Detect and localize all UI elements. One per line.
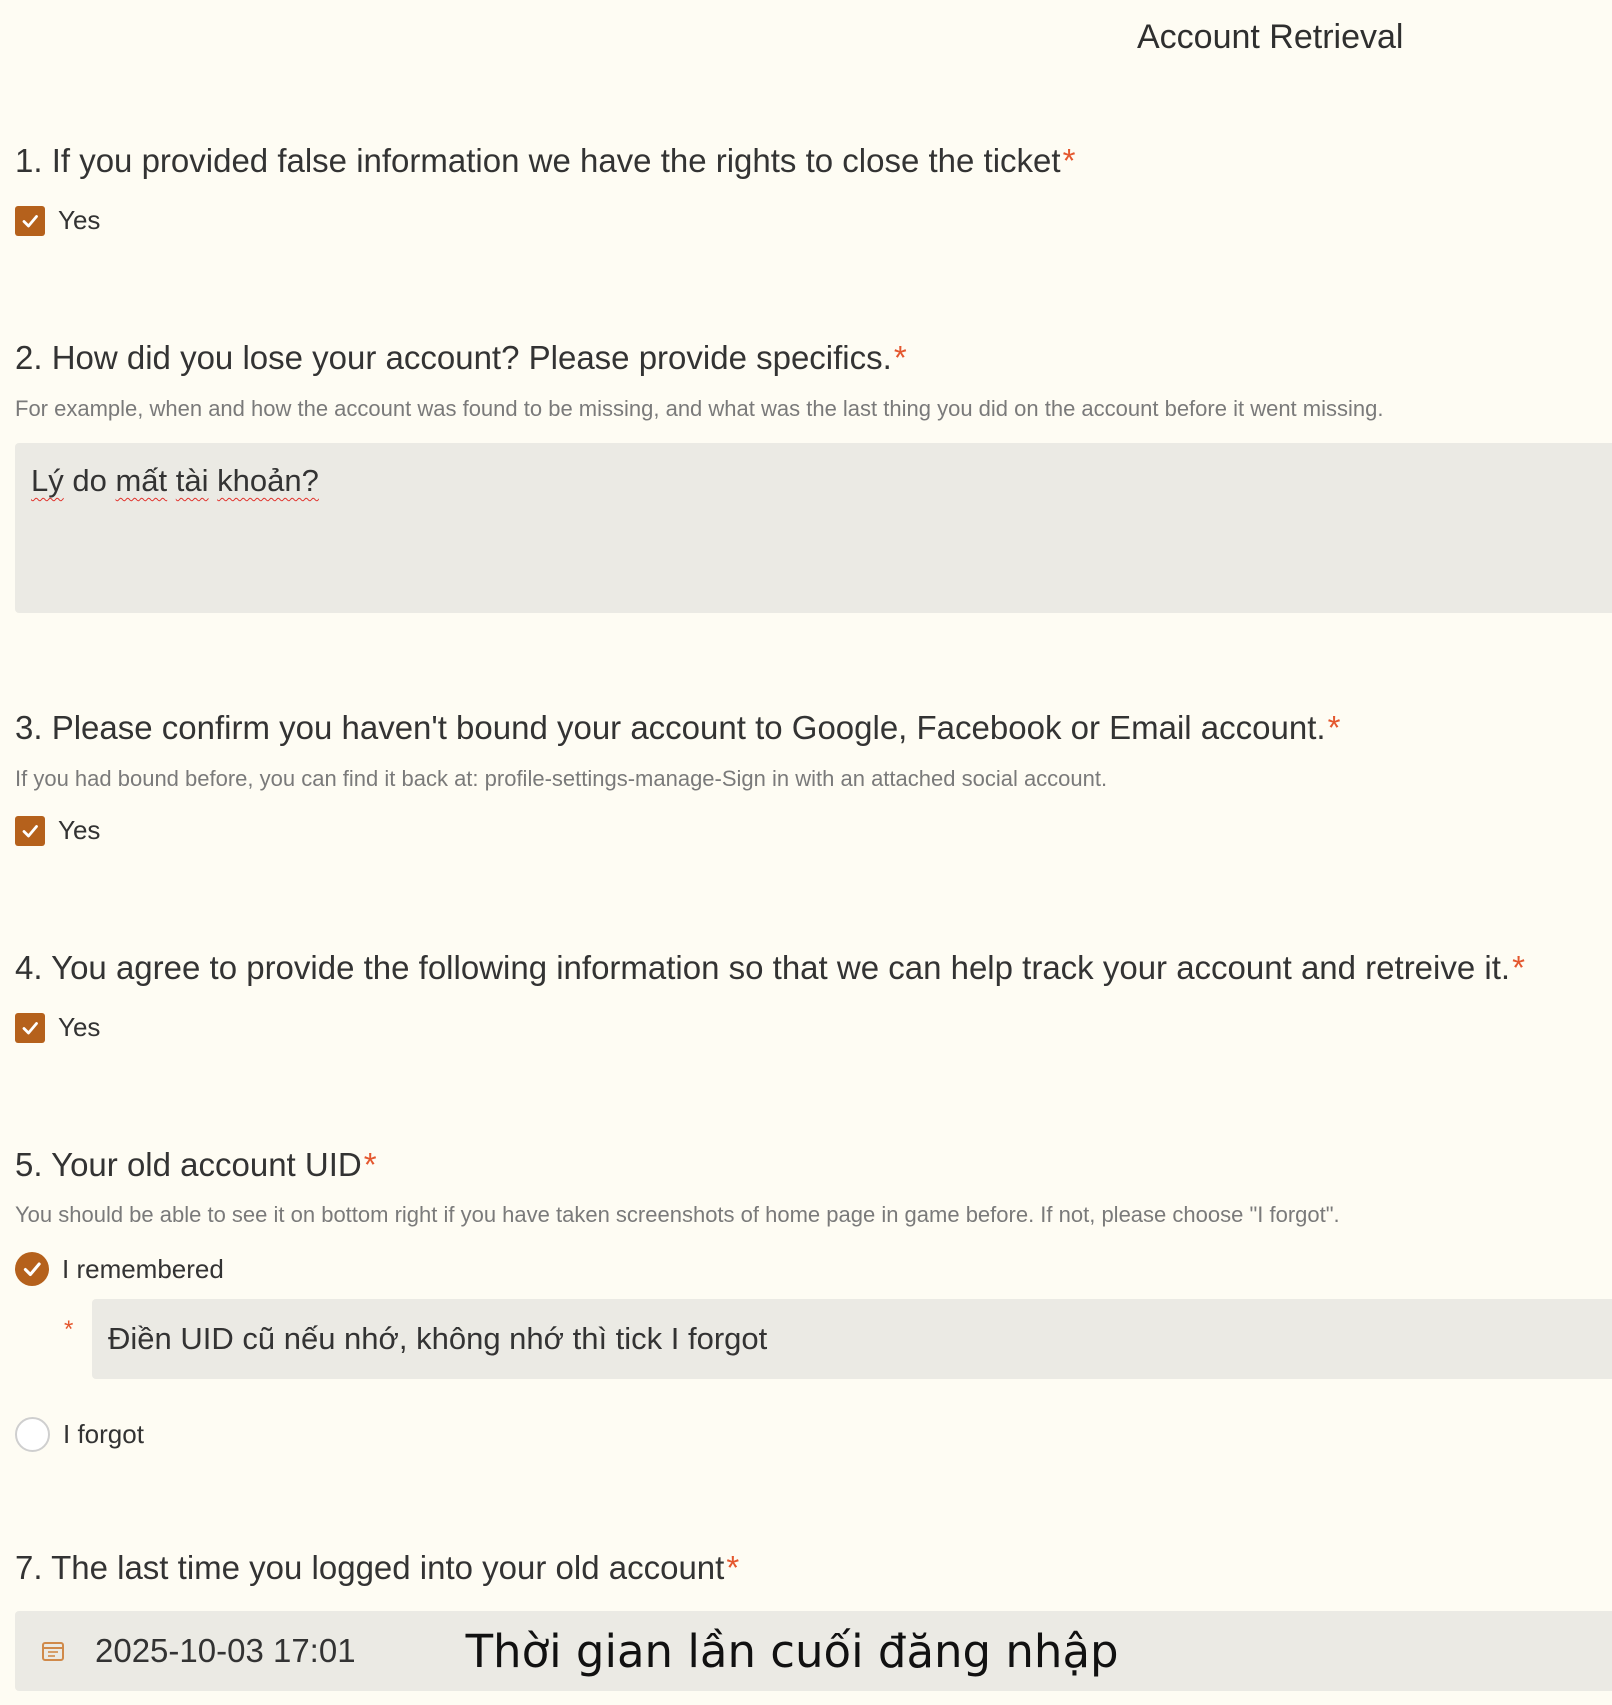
calendar-icon[interactable] bbox=[41, 1639, 65, 1663]
page-title: Account Retrieval bbox=[1137, 18, 1404, 56]
question-2-text: 2. How did you lose your account? Please… bbox=[15, 339, 892, 376]
last-login-datetime-input[interactable]: 2025-10-03 17:01 Thời gian lần cuối đăng… bbox=[15, 1611, 1612, 1691]
option-label: I forgot bbox=[63, 1419, 144, 1449]
question-4-title: 4. You agree to provide the following in… bbox=[15, 946, 1525, 990]
question-2-hint: For example, when and how the account wa… bbox=[15, 396, 1384, 421]
option-label: Yes bbox=[58, 205, 101, 235]
required-mark: * bbox=[726, 1549, 740, 1586]
question-5-hint: You should be able to see it on bottom r… bbox=[15, 1202, 1340, 1227]
last-login-datetime-value: 2025-10-03 17:01 bbox=[95, 1632, 356, 1669]
question-7-title: 7. The last time you logged into your ol… bbox=[15, 1546, 739, 1590]
question-5-text: 5. Your old account UID bbox=[15, 1146, 362, 1183]
option-label: Yes bbox=[58, 1012, 101, 1042]
required-mark: * bbox=[1512, 949, 1525, 986]
lose-account-textarea[interactable]: Lý do mất tài khoản? bbox=[15, 443, 1612, 613]
answer-word: Lý bbox=[31, 463, 64, 498]
question-1-title: 1. If you provided false information we … bbox=[15, 139, 1075, 183]
uid-remembered-option[interactable]: I remembered bbox=[15, 1252, 224, 1286]
required-mark: * bbox=[1062, 142, 1076, 179]
answer-word: tài bbox=[175, 463, 209, 498]
overlay-caption: Thời gian lần cuối đăng nhập bbox=[465, 1624, 1119, 1678]
old-uid-input[interactable]: Điền UID cũ nếu nhớ, không nhớ thì tick … bbox=[92, 1299, 1612, 1379]
checkbox-checked-icon[interactable] bbox=[15, 1012, 45, 1043]
question-3-text: 3. Please confirm you haven't bound your… bbox=[15, 709, 1326, 746]
question-4-yes-option[interactable]: Yes bbox=[15, 1012, 100, 1043]
option-label: Yes bbox=[58, 815, 101, 845]
checkbox-checked-icon[interactable] bbox=[15, 815, 45, 846]
question-3-yes-option[interactable]: Yes bbox=[15, 815, 100, 846]
question-3-title: 3. Please confirm you haven't bound your… bbox=[15, 706, 1340, 750]
question-3-hint: If you had bound before, you can find it… bbox=[15, 766, 1108, 791]
question-1-text: 1. If you provided false information we … bbox=[15, 142, 1061, 179]
radio-checked-icon[interactable] bbox=[15, 1252, 49, 1286]
uid-forgot-option[interactable]: I forgot bbox=[15, 1417, 144, 1452]
required-mark: * bbox=[893, 339, 907, 376]
account-retrieval-form: Account Retrieval 1. If you provided fal… bbox=[0, 0, 1612, 1705]
radio-unchecked-icon[interactable] bbox=[15, 1417, 50, 1452]
uid-required-mark: * bbox=[64, 1316, 74, 1343]
required-mark: * bbox=[363, 1146, 377, 1183]
answer-word: do bbox=[72, 463, 107, 498]
old-uid-value: Điền UID cũ nếu nhớ, không nhớ thì tick … bbox=[108, 1321, 768, 1356]
question-4-text: 4. You agree to provide the following in… bbox=[15, 949, 1511, 986]
answer-word: khoản? bbox=[217, 463, 319, 498]
answer-word: mất bbox=[115, 463, 168, 498]
question-7-text: 7. The last time you logged into your ol… bbox=[15, 1549, 725, 1586]
checkbox-checked-icon[interactable] bbox=[15, 205, 45, 236]
option-label: I remembered bbox=[62, 1253, 224, 1284]
required-mark: * bbox=[1327, 709, 1341, 746]
question-2-title: 2. How did you lose your account? Please… bbox=[15, 336, 907, 380]
question-5-title: 5. Your old account UID* bbox=[15, 1143, 377, 1187]
question-1-yes-option[interactable]: Yes bbox=[15, 205, 100, 236]
